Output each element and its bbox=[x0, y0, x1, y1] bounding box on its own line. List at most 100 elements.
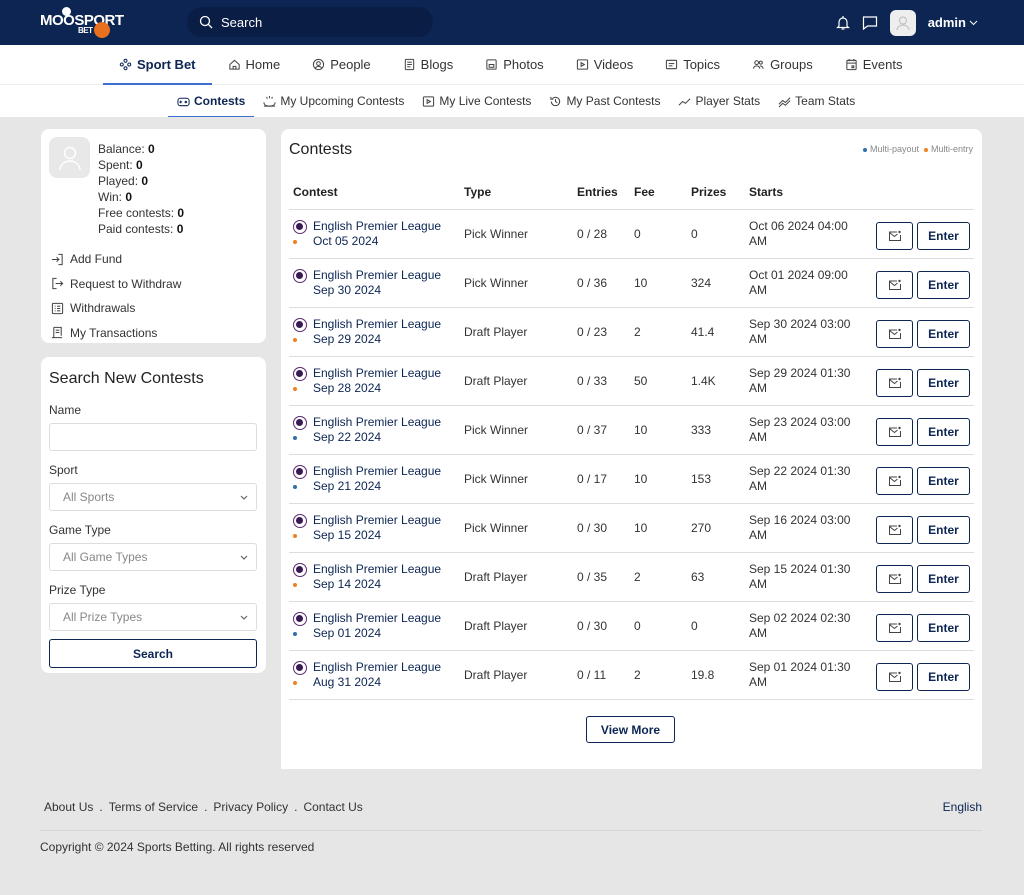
link-withdrawals[interactable]: Withdrawals bbox=[51, 296, 181, 321]
subnav-item-team-stats[interactable]: Team Stats bbox=[769, 85, 864, 117]
user-menu[interactable]: admin bbox=[928, 15, 978, 30]
invite-button[interactable] bbox=[876, 320, 913, 348]
invite-button[interactable] bbox=[876, 222, 913, 250]
invite-button[interactable] bbox=[876, 663, 913, 691]
link-request-to-withdraw[interactable]: Request to Withdraw bbox=[51, 272, 181, 297]
user-avatar[interactable] bbox=[889, 9, 916, 36]
line-chart-icon bbox=[679, 97, 691, 106]
mail-icon bbox=[888, 622, 901, 633]
contest-name[interactable]: English Premier League Sep 22 2024 bbox=[313, 415, 441, 445]
chevron-down-icon bbox=[240, 555, 248, 560]
league-logo-icon bbox=[293, 367, 307, 381]
table-row: English Premier League Sep 21 2024 Pick Wi… bbox=[289, 455, 974, 504]
footer-link-privacy-policy[interactable]: Privacy Policy bbox=[213, 800, 288, 814]
global-search[interactable] bbox=[187, 7, 433, 37]
enter-button[interactable]: Enter bbox=[917, 320, 970, 348]
footer-divider bbox=[40, 830, 982, 831]
enter-button[interactable]: Enter bbox=[917, 418, 970, 446]
contest-name[interactable]: English Premier League Sep 28 2024 bbox=[313, 366, 441, 396]
live-icon bbox=[423, 95, 435, 107]
view-more-button[interactable]: View More bbox=[586, 716, 675, 743]
legend-multi-payout: Multi-payout bbox=[862, 144, 919, 154]
contest-fee: 10 bbox=[634, 423, 648, 437]
invite-button[interactable] bbox=[876, 271, 913, 299]
enter-button[interactable]: Enter bbox=[917, 516, 970, 544]
people-icon bbox=[313, 58, 325, 71]
subnav-item-my-upcoming-contests[interactable]: My Upcoming Contests bbox=[254, 85, 413, 117]
search-input[interactable] bbox=[221, 14, 411, 30]
invite-button[interactable] bbox=[876, 516, 913, 544]
nav-item-sport-bet[interactable]: Sport Bet bbox=[103, 45, 212, 85]
contest-type-dot bbox=[293, 387, 297, 391]
contest-name[interactable]: English Premier League Sep 14 2024 bbox=[313, 562, 441, 592]
bell-icon[interactable] bbox=[835, 15, 850, 31]
enter-button[interactable]: Enter bbox=[917, 467, 970, 495]
invite-button[interactable] bbox=[876, 418, 913, 446]
contest-name[interactable]: English Premier League Sep 30 2024 bbox=[313, 268, 441, 298]
nav-item-videos[interactable]: Videos bbox=[560, 45, 650, 85]
footer-link-terms-of-service[interactable]: Terms of Service bbox=[109, 800, 198, 814]
contest-entries: 0 / 37 bbox=[577, 423, 608, 437]
search-button[interactable]: Search bbox=[49, 639, 257, 668]
prize-type-label: Prize Type bbox=[49, 583, 106, 597]
contest-entries: 0 / 36 bbox=[577, 276, 608, 290]
subnav-item-my-past-contests[interactable]: My Past Contests bbox=[540, 85, 669, 117]
nav-item-home[interactable]: Home bbox=[212, 45, 297, 85]
subnav-item-my-live-contests[interactable]: My Live Contests bbox=[413, 85, 540, 117]
contest-prizes: 333 bbox=[691, 423, 712, 437]
contest-name[interactable]: English Premier League Sep 21 2024 bbox=[313, 464, 441, 494]
contest-fee: 50 bbox=[634, 374, 648, 388]
invite-button[interactable] bbox=[876, 565, 913, 593]
top-bar: MOOSPORT BET admin bbox=[0, 0, 1024, 45]
language-selector[interactable]: English bbox=[943, 800, 982, 814]
enter-button[interactable]: Enter bbox=[917, 369, 970, 397]
nav-item-groups[interactable]: Groups bbox=[736, 45, 829, 85]
invite-button[interactable] bbox=[876, 467, 913, 495]
contest-name[interactable]: English Premier League Aug 31 2024 bbox=[313, 660, 441, 690]
upcoming-icon bbox=[263, 95, 276, 107]
enter-button[interactable]: Enter bbox=[917, 222, 970, 250]
link-my-transactions[interactable]: My Transactions bbox=[51, 321, 181, 346]
stat-spent: Spent: 0 bbox=[98, 158, 143, 172]
sport-select[interactable]: All Sports bbox=[49, 483, 257, 511]
contest-name[interactable]: English Premier League Sep 15 2024 bbox=[313, 513, 441, 543]
enter-button[interactable]: Enter bbox=[917, 565, 970, 593]
footer-link-about-us[interactable]: About Us bbox=[44, 800, 93, 814]
site-logo[interactable]: MOOSPORT BET bbox=[40, 7, 126, 38]
contest-name[interactable]: English Premier League Sep 29 2024 bbox=[313, 317, 441, 347]
league-logo-icon bbox=[293, 465, 307, 479]
contest-name[interactable]: English Premier League Oct 05 2024 bbox=[313, 219, 441, 249]
game-type-select[interactable]: All Game Types bbox=[49, 543, 257, 571]
subnav-item-player-stats[interactable]: Player Stats bbox=[669, 85, 769, 117]
contest-prizes: 0 bbox=[691, 227, 698, 241]
mail-icon bbox=[888, 573, 901, 584]
copyright: Copyright © 2024 Sports Betting. All rig… bbox=[40, 840, 315, 854]
nav-item-topics[interactable]: Topics bbox=[649, 45, 736, 85]
enter-button[interactable]: Enter bbox=[917, 663, 970, 691]
search-contests-panel: Search New Contests Name Sport All Sport… bbox=[41, 357, 266, 673]
enter-button[interactable]: Enter bbox=[917, 271, 970, 299]
table-row: English Premier League Sep 01 2024 Draft P… bbox=[289, 602, 974, 651]
prize-type-select[interactable]: All Prize Types bbox=[49, 603, 257, 631]
contest-prizes: 0 bbox=[691, 619, 698, 633]
link-add-fund[interactable]: Add Fund bbox=[51, 247, 181, 272]
chat-icon[interactable] bbox=[862, 15, 878, 31]
nav-item-blogs[interactable]: Blogs bbox=[387, 45, 470, 85]
contest-name[interactable]: English Premier League Sep 01 2024 bbox=[313, 611, 441, 641]
sport-bet-icon bbox=[119, 58, 132, 71]
dot-icon bbox=[923, 147, 928, 152]
contest-type-dot bbox=[293, 583, 297, 587]
logout-icon bbox=[52, 278, 64, 290]
nav-item-photos[interactable]: Photos bbox=[469, 45, 559, 85]
subnav-item-contests[interactable]: Contests bbox=[168, 85, 255, 117]
nav-item-people[interactable]: People bbox=[296, 45, 386, 85]
nav-item-events[interactable]: Events bbox=[829, 45, 919, 85]
footer-link-contact-us[interactable]: Contact Us bbox=[303, 800, 362, 814]
legend: Multi-payout Multi-entry bbox=[862, 144, 973, 154]
invite-button[interactable] bbox=[876, 369, 913, 397]
enter-button[interactable]: Enter bbox=[917, 614, 970, 642]
invite-button[interactable] bbox=[876, 614, 913, 642]
contest-prizes: 63 bbox=[691, 570, 705, 584]
name-input[interactable] bbox=[49, 423, 257, 451]
contest-type: Pick Winner bbox=[464, 423, 529, 437]
